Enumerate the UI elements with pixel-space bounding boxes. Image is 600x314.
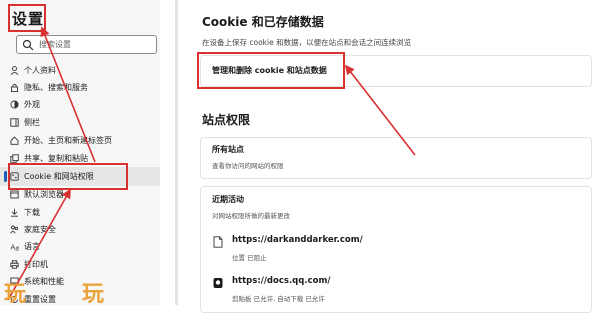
family-icon bbox=[10, 225, 19, 234]
sidebar-item-label: 开始、主页和新建标签页 bbox=[24, 136, 112, 145]
watermark-left: 玩 bbox=[4, 281, 27, 307]
lock-icon bbox=[11, 84, 18, 92]
sidebar-item-start-home[interactable]: 开始、主页和新建标签页 bbox=[0, 131, 160, 150]
recent-site-item[interactable]: https://darkanddarker.com/ 位置 已阻止 bbox=[201, 233, 591, 273]
site-permissions-title: 站点权限 bbox=[202, 113, 251, 127]
sidebar-item-sidebar[interactable]: 侧栏 bbox=[0, 113, 160, 132]
all-sites-button[interactable]: 所有站点 查看你访问的网站的权限 bbox=[200, 137, 592, 179]
sidebar-item-label: 打印机 bbox=[24, 260, 48, 269]
settings-title-highlight bbox=[8, 4, 46, 32]
sidebar-item-languages[interactable]: Aあ 语言 bbox=[0, 237, 160, 256]
sidebar-item-label: 语言 bbox=[24, 242, 40, 251]
language-icon: Aあ bbox=[11, 244, 20, 252]
svg-text:あ: あ bbox=[15, 247, 19, 252]
qq-site-icon bbox=[213, 278, 223, 288]
site-permissions: 位置 已阻止 bbox=[232, 254, 267, 262]
sidebar-icon bbox=[10, 118, 19, 127]
sidebar-item-label: 外观 bbox=[24, 100, 40, 109]
recent-site-item[interactable]: https://docs.qq.com/ 剪贴板 已允许, 自动下载 已允许 bbox=[201, 274, 591, 314]
browser-icon bbox=[10, 190, 19, 199]
download-icon bbox=[11, 208, 18, 217]
sidebar-item-label: 隐私、搜索和服务 bbox=[24, 83, 88, 92]
all-sites-description: 查看你访问的网站的权限 bbox=[212, 162, 284, 170]
printer-icon bbox=[10, 260, 19, 269]
recent-activity-description: 对网站权限所做的最新更改 bbox=[212, 212, 290, 220]
cookie-section-description: 在设备上保存 cookie 和数据，以便在站点和会话之间连续浏览 bbox=[202, 38, 412, 47]
watermark-right: 玩 bbox=[82, 281, 105, 307]
recent-activity-card: 近期活动 对网站权限所做的最新更改 https://darkanddarker.… bbox=[200, 186, 592, 313]
share-icon bbox=[10, 154, 19, 163]
search-icon bbox=[22, 39, 34, 51]
sidebar-item-appearance[interactable]: 外观 bbox=[0, 95, 160, 114]
all-sites-title: 所有站点 bbox=[212, 145, 244, 154]
sidebar-item-label: 重置设置 bbox=[24, 295, 56, 304]
site-url: https://darkanddarker.com/ bbox=[232, 235, 363, 245]
sidebar-item-label: 系统和性能 bbox=[24, 277, 64, 286]
search-placeholder: 搜索设置 bbox=[39, 40, 71, 49]
person-icon bbox=[10, 66, 19, 75]
sidebar-item-label: 家庭安全 bbox=[24, 225, 56, 234]
site-url: https://docs.qq.com/ bbox=[232, 276, 331, 286]
sidebar-item-label: 下载 bbox=[24, 208, 40, 217]
appearance-icon bbox=[10, 100, 19, 109]
active-indicator bbox=[4, 171, 7, 182]
sidebar-item-label: 个人资料 bbox=[24, 66, 56, 75]
cookie-section-title: Cookie 和已存储数据 bbox=[202, 15, 324, 29]
search-input[interactable]: 搜索设置 bbox=[16, 35, 157, 54]
manage-cookies-highlight bbox=[197, 52, 345, 89]
cookies-item-highlight bbox=[8, 163, 128, 190]
main-content: Cookie 和已存储数据 在设备上保存 cookie 和数据，以便在站点和会话… bbox=[178, 0, 600, 313]
settings-sidebar: 设置 搜索设置 个人资料 隐私、搜索和服务 外观 侧栏 开始、主页和新建标签页 … bbox=[0, 0, 160, 305]
site-permissions: 剪贴板 已允许, 自动下载 已允许 bbox=[232, 295, 325, 303]
document-icon bbox=[213, 236, 223, 248]
home-icon bbox=[10, 136, 19, 145]
sidebar-item-label: 默认浏览器 bbox=[24, 190, 64, 199]
sidebar-item-label: 侧栏 bbox=[24, 118, 40, 127]
recent-activity-title: 近期活动 bbox=[212, 195, 244, 204]
